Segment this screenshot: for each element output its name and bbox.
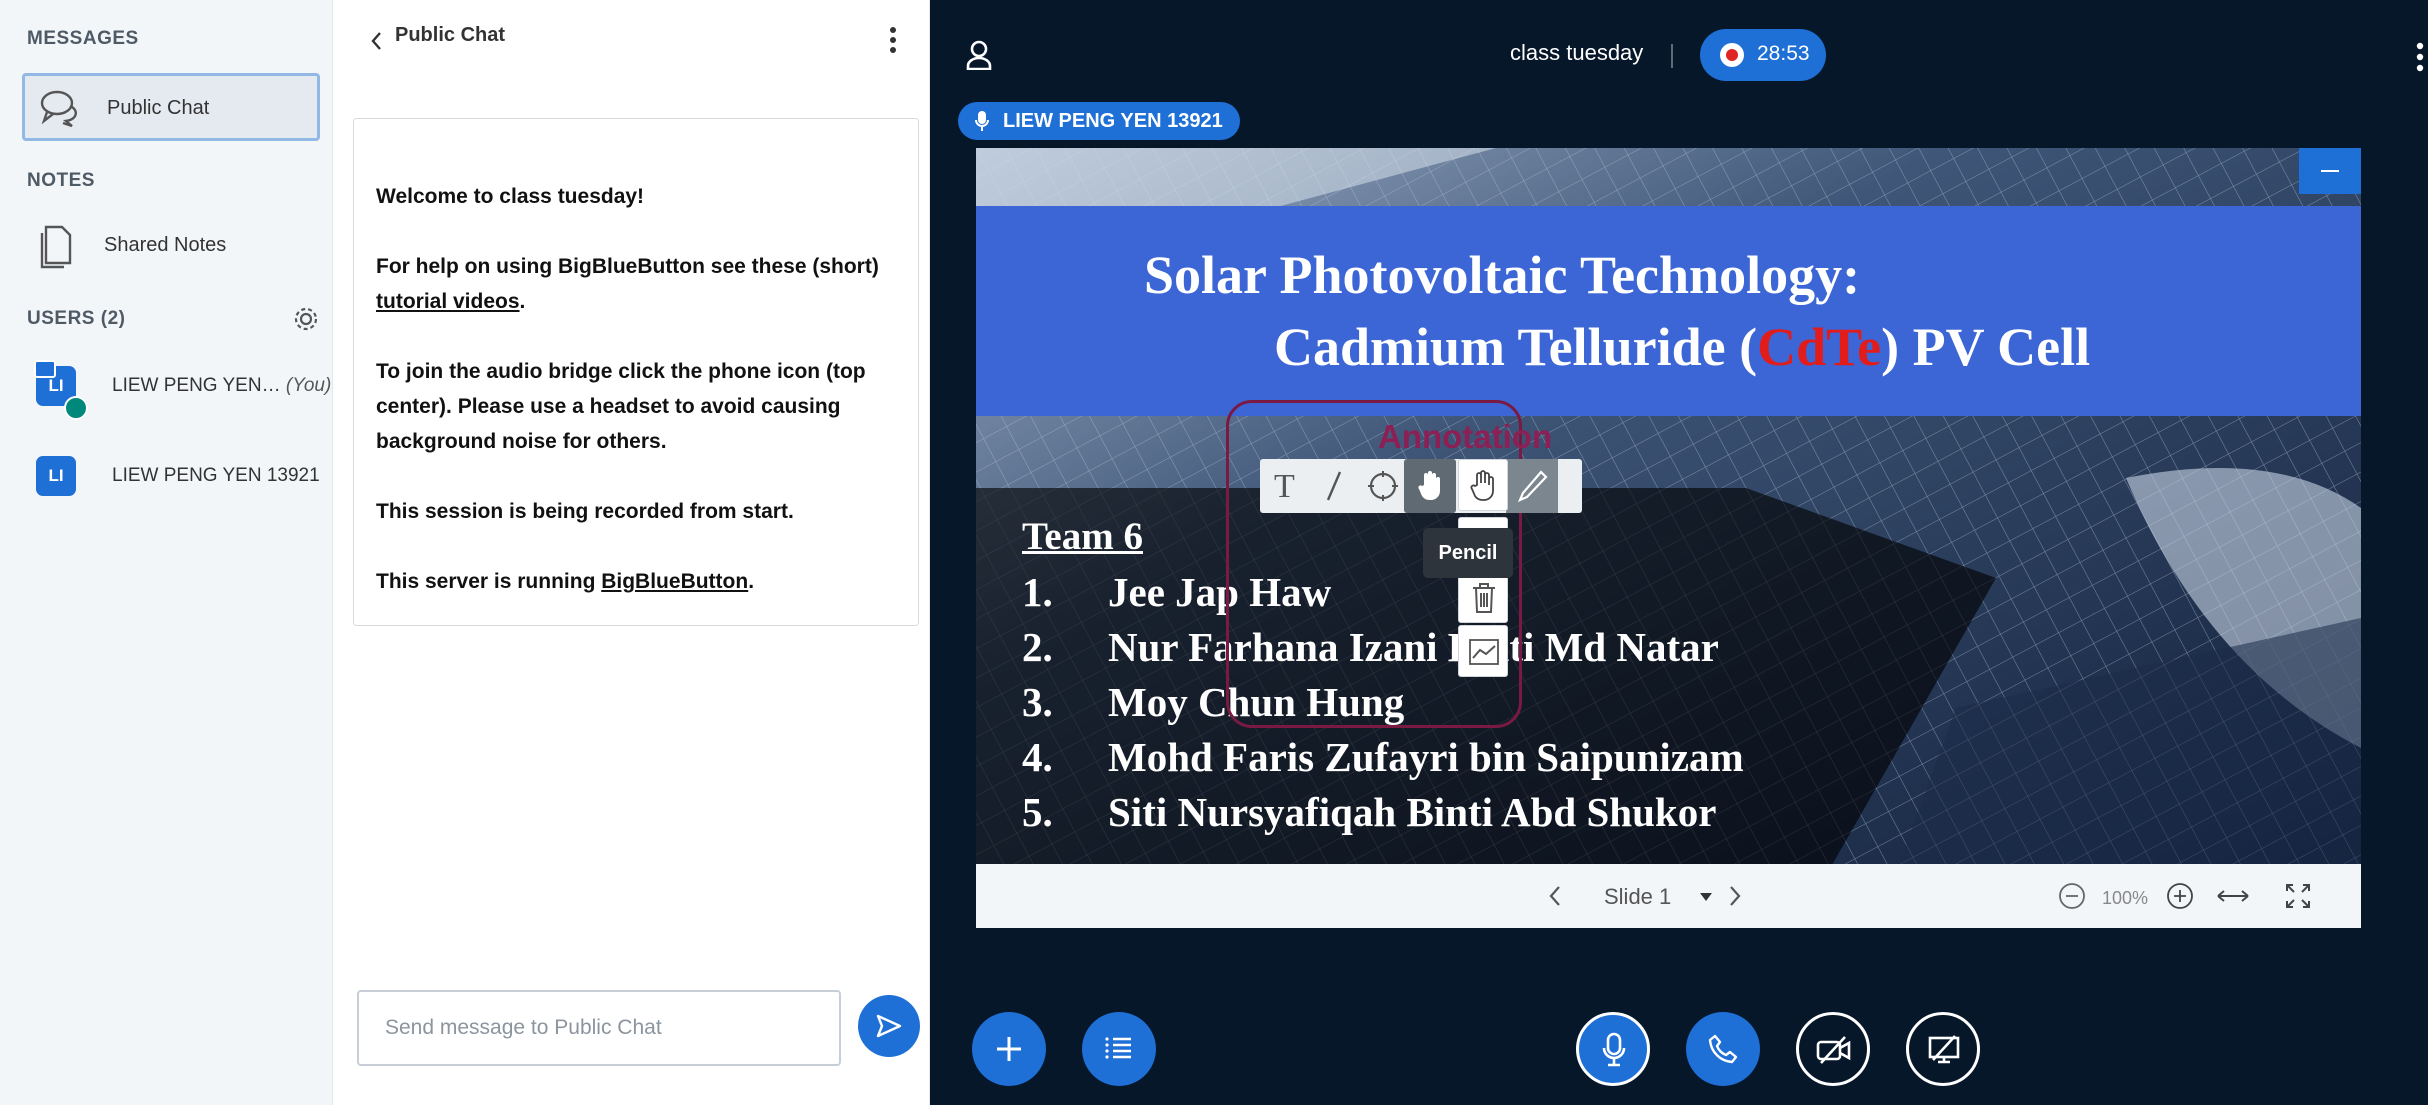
slide-selector[interactable]: Slide 1 — [1604, 884, 1671, 910]
next-slide-icon[interactable] — [1728, 884, 1742, 908]
trash-icon — [1471, 582, 1497, 614]
presentation-slide: Solar Photovoltaic Technology: Cadmium T… — [976, 148, 2361, 928]
audio-instructions: To join the audio bridge click the phone… — [376, 360, 866, 453]
minus-icon — [2321, 170, 2339, 172]
screen-share-off-icon — [1927, 1034, 1961, 1066]
more-options-icon[interactable] — [889, 26, 897, 54]
pencil-icon — [1517, 469, 1549, 503]
hand-tool-button[interactable] — [1404, 459, 1456, 513]
line-icon — [1320, 469, 1348, 503]
hand-outline-icon — [1469, 469, 1499, 503]
sidebar-item-public-chat[interactable]: Public Chat — [22, 73, 320, 141]
welcome-text: Welcome to class tuesday! — [376, 185, 645, 208]
users-sidebar: MESSAGES Public Chat NOTES Shared Notes … — [0, 0, 333, 1105]
sidebar-item-shared-notes[interactable]: Shared Notes — [22, 213, 320, 281]
you-tag: (You) — [285, 375, 332, 396]
actions-button[interactable] — [972, 1012, 1046, 1086]
annotation-caption: Annotation — [1378, 418, 1553, 455]
share-webcam-button[interactable] — [1796, 1012, 1870, 1086]
ellipse-tool-button[interactable] — [1356, 459, 1408, 513]
talking-indicator: LIEW PENG YEN 13921 — [958, 102, 1240, 140]
chevron-left-icon[interactable] — [369, 30, 383, 52]
mute-button[interactable] — [1576, 1012, 1650, 1086]
hand-icon — [1416, 469, 1446, 503]
title-divider — [1671, 44, 1673, 68]
zoom-out-icon[interactable] — [2058, 882, 2086, 910]
leave-audio-button[interactable] — [1686, 1012, 1760, 1086]
fit-width-icon[interactable] — [2216, 888, 2250, 904]
meeting-title: class tuesday — [1510, 40, 1644, 65]
pencil-tooltip: Pencil — [1423, 528, 1513, 578]
mic-status-icon — [64, 396, 88, 420]
users-heading: USERS (2) — [27, 308, 126, 329]
presenter-icon — [34, 360, 56, 378]
zoom-level: 100% — [2102, 888, 2149, 908]
notes-heading: NOTES — [27, 170, 95, 191]
phone-icon — [1707, 1033, 1739, 1065]
chevron-down-icon[interactable] — [1700, 893, 1712, 901]
ellipse-icon — [1366, 469, 1400, 503]
chat-welcome-message: Welcome to class tuesday! For help on us… — [353, 118, 919, 626]
server-text: This server is running — [376, 570, 602, 593]
recording-time: 28:53 — [1757, 42, 1810, 65]
user-list-item[interactable]: LI LIEW PENG YEN 13921 — [36, 452, 326, 512]
avatar: LI — [36, 456, 76, 496]
team-member: 5. Siti Nursyafiqah Binti Abd Shukor — [1022, 789, 1717, 835]
slide-title-band — [976, 206, 2361, 416]
tutorial-link[interactable]: tutorial videos — [376, 290, 520, 313]
send-icon — [875, 1013, 903, 1039]
clear-annotations-button[interactable] — [1458, 571, 1508, 623]
team-heading: Team 6 — [1022, 515, 1143, 558]
slide-title-line2: Cadmium Telluride (CdTe) PV Cell — [1274, 317, 2091, 377]
user-list-item[interactable]: LI LIEW PENG YEN… (You) — [34, 360, 331, 422]
camera-off-icon — [1815, 1035, 1853, 1065]
presentation-area: class tuesday 28:53 LIEW PENG YEN 13921 — [930, 0, 2428, 1105]
line-tool-button[interactable] — [1308, 459, 1360, 513]
slide-controls-bar: Slide 1 100% — [976, 864, 2361, 928]
bigbluebutton-link[interactable]: BigBlueButton — [601, 570, 748, 593]
microphone-icon — [974, 110, 990, 132]
chat-title[interactable]: Public Chat — [395, 24, 505, 47]
text-tool-icon: T — [1274, 468, 1295, 505]
record-icon — [1720, 43, 1744, 67]
share-screen-button[interactable] — [1906, 1012, 1980, 1086]
talker-name: LIEW PENG YEN 13921 — [1003, 110, 1223, 132]
plus-icon — [995, 1035, 1023, 1063]
polls-button[interactable] — [1082, 1012, 1156, 1086]
minimize-presentation-button[interactable] — [2299, 148, 2361, 194]
user-icon[interactable] — [966, 40, 992, 70]
fullscreen-icon[interactable] — [2284, 882, 2312, 910]
microphone-icon — [1601, 1032, 1627, 1068]
chat-panel: Public Chat Welcome to class tuesday! Fo… — [333, 0, 930, 1105]
hand-tool-toggle[interactable] — [1458, 459, 1508, 511]
cdte-highlight: CdTe — [1757, 317, 1882, 377]
messages-heading: MESSAGES — [27, 28, 139, 49]
slide-title-line1: Solar Photovoltaic Technology: — [1144, 245, 1861, 305]
gear-icon[interactable] — [292, 305, 320, 333]
help-text: For help on using BigBlueButton see thes… — [376, 255, 879, 278]
previous-slide-icon[interactable] — [1548, 884, 1562, 908]
zoom-in-icon[interactable] — [2166, 882, 2194, 910]
whiteboard-icon — [1468, 638, 1500, 666]
multi-user-whiteboard-button[interactable] — [1458, 625, 1508, 677]
user-name: LIEW PENG YEN… — [112, 375, 281, 396]
team-member: 4. Mohd Faris Zufayri bin Saipunizam — [1022, 734, 1744, 780]
settings-menu-icon[interactable] — [2416, 42, 2424, 72]
shared-notes-label: Shared Notes — [104, 234, 227, 256]
send-button[interactable] — [858, 995, 920, 1057]
recording-notice: This session is being recorded from star… — [376, 500, 794, 523]
recording-indicator[interactable]: 28:53 — [1700, 29, 1826, 81]
pencil-tool-button[interactable] — [1506, 459, 1558, 513]
list-icon — [1104, 1034, 1134, 1064]
chat-bubble-icon — [37, 86, 85, 130]
text-tool-button[interactable]: T — [1260, 459, 1312, 513]
notes-icon — [38, 223, 78, 271]
chat-message-input[interactable]: Send message to Public Chat — [357, 990, 841, 1066]
public-chat-label: Public Chat — [107, 97, 210, 119]
user-name: LIEW PENG YEN 13921 — [112, 465, 320, 486]
